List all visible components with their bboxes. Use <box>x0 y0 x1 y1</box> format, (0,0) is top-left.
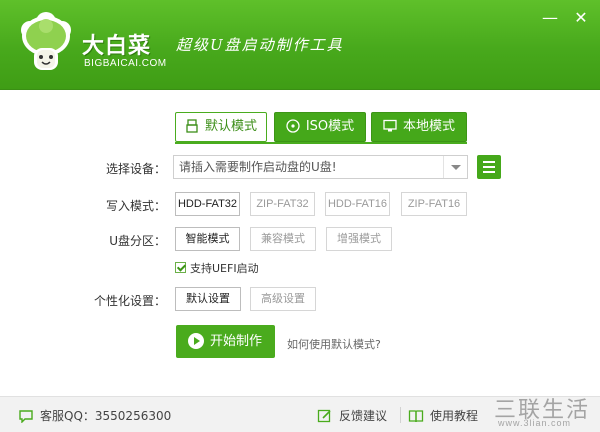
device-menu-button[interactable] <box>477 155 501 179</box>
menu-icon-line <box>483 166 495 168</box>
device-select[interactable]: 请插入需要制作启动盘的U盘! <box>173 155 468 179</box>
tab-label: ISO模式 <box>305 119 355 134</box>
watermark-url: www.3lian.com <box>498 418 572 428</box>
partition-label: U盘分区： <box>109 234 166 248</box>
chat-icon <box>19 409 33 423</box>
tab-default-mode[interactable]: 默认模式 <box>175 112 267 142</box>
uefi-checkbox[interactable] <box>175 262 186 273</box>
tab-iso-mode[interactable]: ISO模式 <box>274 112 366 142</box>
tab-underline <box>175 142 467 144</box>
write-mode-zip-fat32[interactable]: ZIP-FAT32 <box>250 192 315 216</box>
customer-service[interactable]: 客服QQ：3550256300 <box>18 407 171 424</box>
start-button-label: 开始制作 <box>210 334 263 349</box>
device-select-value: 请插入需要制作启动盘的U盘! <box>179 160 337 174</box>
disc-icon <box>286 118 300 133</box>
monitor-icon <box>383 119 397 131</box>
cabbage-logo-icon <box>21 12 71 70</box>
custom-settings-label: 个性化设置： <box>93 294 166 308</box>
help-link[interactable]: 如何使用默认模式? <box>287 336 381 352</box>
tab-label: 默认模式 <box>204 119 257 134</box>
chevron-down-icon[interactable] <box>443 156 467 178</box>
feedback-label: 反馈建议 <box>339 409 388 423</box>
tab-label: 本地模式 <box>402 119 455 134</box>
write-mode-zip-fat16[interactable]: ZIP-FAT16 <box>401 192 467 216</box>
write-mode-label: 写入模式： <box>105 199 166 213</box>
tab-local-mode[interactable]: 本地模式 <box>371 112 467 142</box>
edit-icon <box>317 409 331 422</box>
play-icon <box>188 332 204 349</box>
brand-name: 大白菜 <box>82 34 152 59</box>
default-settings-button[interactable]: 默认设置 <box>175 287 241 311</box>
footer-divider <box>400 407 401 423</box>
menu-icon-line <box>483 171 495 173</box>
write-mode-hdd-fat16[interactable]: HDD-FAT16 <box>325 192 390 216</box>
start-button[interactable]: 开始制作 <box>176 325 275 358</box>
book-icon <box>408 409 424 422</box>
site-watermark: 三联生活 www.3lian.com <box>492 392 600 432</box>
menu-icon-line <box>483 161 495 163</box>
partition-enhanced-mode[interactable]: 增强模式 <box>326 227 392 251</box>
partition-compatible-mode[interactable]: 兼容模式 <box>250 227 316 251</box>
usb-icon <box>186 118 198 133</box>
partition-smart-mode[interactable]: 智能模式 <box>175 227 240 251</box>
feedback-link[interactable]: 反馈建议 <box>317 407 387 424</box>
tutorial-link[interactable]: 使用教程 <box>408 407 478 424</box>
app-slogan: 超级U盘启动制作工具 <box>176 36 344 54</box>
write-mode-hdd-fat32[interactable]: HDD-FAT32 <box>175 192 240 216</box>
tutorial-label: 使用教程 <box>430 409 479 423</box>
advanced-settings-button[interactable]: 高级设置 <box>250 287 316 311</box>
brand-url: BIGBAICAI.COM <box>84 58 167 69</box>
minimize-button[interactable]: — <box>540 8 560 28</box>
uefi-label: 支持UEFI启动 <box>190 262 259 275</box>
close-button[interactable]: ✕ <box>571 8 591 28</box>
device-label: 选择设备： <box>105 162 166 176</box>
customer-service-qq: 客服QQ：3550256300 <box>40 409 172 423</box>
title-bar: 大白菜 BIGBAICAI.COM 超级U盘启动制作工具 — ✕ <box>0 0 600 90</box>
